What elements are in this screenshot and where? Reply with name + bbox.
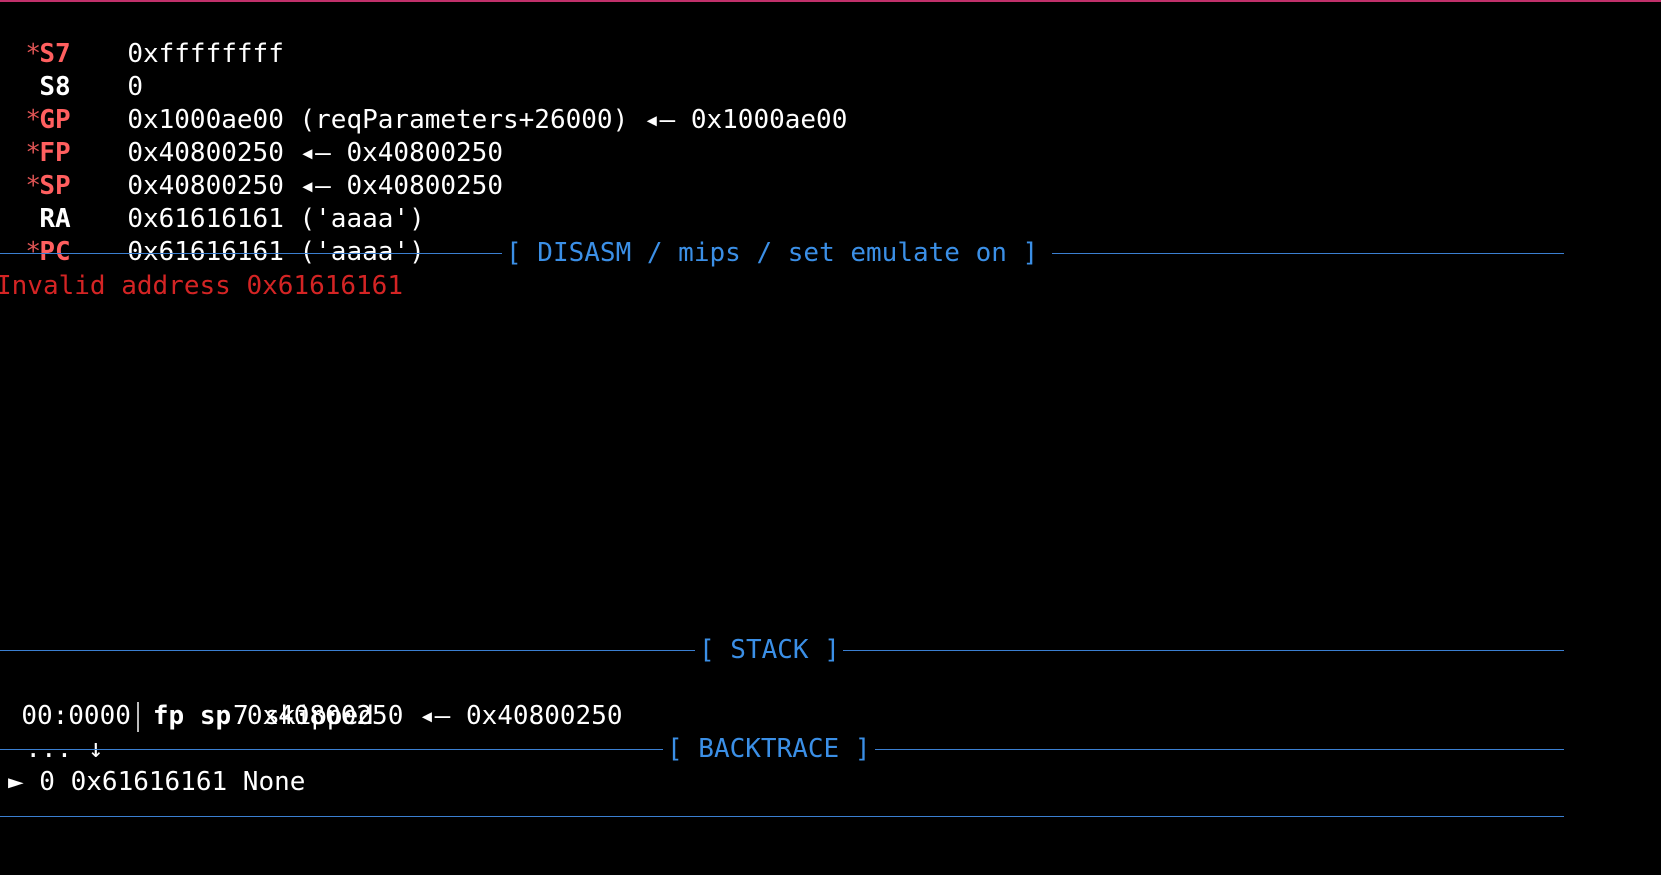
disasm-section-title: [ DISASM / mips / set emulate on ] <box>506 238 1039 268</box>
stack-row-registers: fp sp <box>152 701 232 731</box>
register-row-pc: *PC 0x61616161 ('aaaa') <box>0 203 424 267</box>
disasm-error-message: Invalid address 0x61616161 <box>0 271 403 301</box>
window-top-border <box>0 0 1661 2</box>
stack-row: 00:0000 fp sp 0x40800250 ◂— 0x40800250 <box>0 667 623 732</box>
stack-skip-text: 7 skipped <box>233 701 374 731</box>
stack-divider-left <box>0 650 695 651</box>
backtrace-divider-right <box>875 749 1564 750</box>
register-row-sp: *SP 0x40800250 ◂— 0x40800250 <box>0 137 503 201</box>
disasm-divider-left <box>0 253 502 254</box>
register-value: 0xffffffff <box>127 39 284 69</box>
stack-section-title: [ STACK ] <box>699 635 840 665</box>
disasm-divider-right <box>1052 253 1564 254</box>
backtrace-section-title: [ BACKTRACE ] <box>667 734 871 764</box>
register-row-gp: *GP 0x1000ae00 (reqParameters+26000) ◂— 0… <box>0 71 847 135</box>
register-row-fp: *FP 0x40800250 ◂— 0x40800250 <box>0 104 503 168</box>
register-row-s8: S8 0 <box>0 38 143 102</box>
register-value: 0x61616161 ('aaaa') <box>127 237 425 267</box>
stack-divider-right <box>843 650 1564 651</box>
register-row-ra: RA 0x61616161 ('aaaa') <box>0 170 424 234</box>
stack-skip-row: ... ↓ <box>0 700 103 764</box>
register-row-s7: *S7 0xffffffff <box>0 5 284 69</box>
bottom-divider <box>0 816 1564 817</box>
backtrace-frame: ► 0 0x61616161 None <box>8 767 306 797</box>
stack-separator <box>136 701 139 732</box>
backtrace-divider-left <box>0 749 663 750</box>
